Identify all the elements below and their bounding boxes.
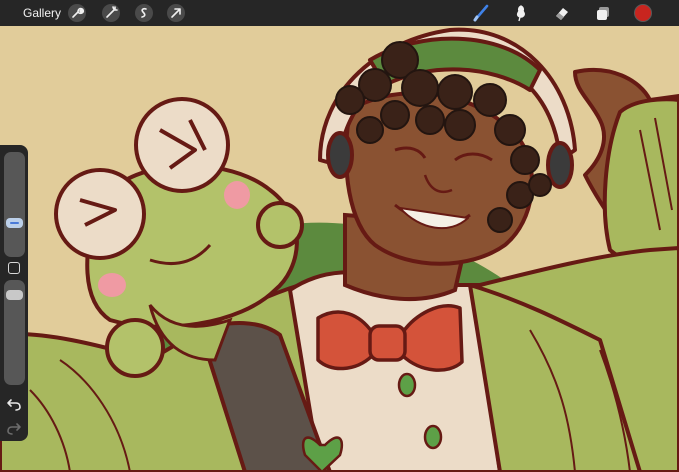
brush-size-slider[interactable]: [4, 152, 25, 257]
wrench-icon[interactable]: [68, 4, 86, 22]
modify-button[interactable]: [8, 262, 20, 274]
redo-icon[interactable]: [6, 421, 22, 435]
eraser-icon[interactable]: [553, 4, 571, 22]
layers-icon[interactable]: [594, 4, 612, 22]
opacity-thumb[interactable]: [6, 290, 23, 300]
top-toolbar: Gallery: [0, 0, 679, 26]
artwork-canvas[interactable]: [0, 0, 679, 472]
selection-icon[interactable]: [135, 4, 153, 22]
undo-icon[interactable]: [6, 397, 22, 411]
magic-wand-icon[interactable]: [102, 4, 120, 22]
gallery-button[interactable]: Gallery: [23, 6, 61, 20]
transform-arrow-icon[interactable]: [167, 4, 185, 22]
brush-icon[interactable]: [472, 4, 490, 22]
opacity-slider[interactable]: [4, 280, 25, 385]
smudge-icon[interactable]: [512, 4, 530, 22]
left-sidebar: [0, 145, 28, 441]
color-swatch-button[interactable]: [634, 4, 652, 22]
brush-size-thumb[interactable]: [6, 218, 23, 228]
